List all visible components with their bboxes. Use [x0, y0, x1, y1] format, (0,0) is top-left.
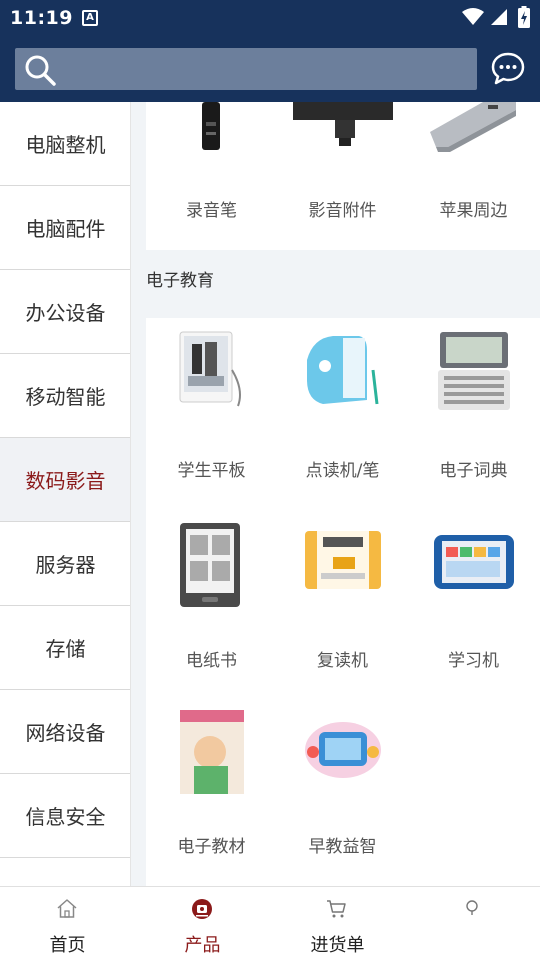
student-tablet-image — [179, 331, 241, 407]
search-icon[interactable] — [23, 53, 57, 87]
e-reader-image — [180, 523, 240, 607]
nav-purchase-list[interactable]: 进货单 — [270, 887, 405, 960]
reading-pen-image — [307, 336, 379, 405]
status-time: 11:19 — [10, 7, 73, 29]
sidebar-item-label: 数码影音 — [25, 469, 106, 493]
sidebar-item-label: 服务器 — [35, 553, 96, 577]
product-label: 电纸书 — [186, 651, 237, 671]
product-early-education[interactable]: 早教益智 — [277, 694, 408, 886]
product-av-accessories[interactable]: 影音附件 — [277, 102, 408, 250]
product-e-reader[interactable]: 电纸书 — [146, 506, 277, 694]
battery-icon — [518, 6, 530, 28]
category-sidebar: 电脑整机 电脑配件 办公设备 移动智能 数码影音 服务器 存储 网络设备 信息安… — [0, 102, 131, 886]
sidebar-item-label: 存储 — [45, 637, 86, 661]
sidebar-item-label: 办公设备 — [25, 301, 106, 325]
sidebar-item-label: 电脑整机 — [25, 133, 106, 157]
voice-recorder-image — [202, 102, 220, 150]
cart-icon — [327, 900, 346, 918]
product-learning-machine[interactable]: 学习机 — [408, 506, 539, 694]
sidebar-item-mobile-smart[interactable]: 移动智能 — [0, 354, 130, 438]
product-label: 电子词典 — [439, 461, 508, 481]
product-e-textbook[interactable]: 电子教材 — [146, 694, 277, 886]
product-label: 学生平板 — [177, 461, 246, 481]
product-apple-accessories[interactable]: 苹果周边 — [408, 102, 539, 250]
repeater-image — [305, 531, 381, 589]
search-box[interactable] — [15, 48, 477, 90]
nav-home[interactable]: 首页 — [0, 887, 135, 960]
nav-discover[interactable] — [405, 887, 540, 960]
section-title-education: 电子教育 — [146, 271, 214, 291]
product-label: 录音笔 — [186, 201, 237, 221]
sidebar-item-computer-parts[interactable]: 电脑配件 — [0, 186, 130, 270]
nav-products-label: 产品 — [184, 935, 221, 956]
product-label: 苹果周边 — [439, 201, 508, 221]
product-label: 早教益智 — [308, 837, 377, 857]
product-grid-education: 学生平板 点读机/笔 电子词典 电纸书 复读机 学习机 电子教材 早教益智 — [146, 318, 540, 886]
sidebar-item-label: 电脑配件 — [25, 217, 106, 241]
sidebar-item-computers[interactable]: 电脑整机 — [0, 102, 130, 186]
wifi-icon — [462, 8, 484, 25]
nav-products[interactable]: 产品 — [135, 887, 270, 960]
early-education-image — [305, 722, 381, 778]
product-repeater[interactable]: 复读机 — [277, 506, 408, 694]
product-label: 影音附件 — [308, 201, 377, 221]
product-reading-pen[interactable]: 点读机/笔 — [277, 318, 408, 506]
sidebar-item-servers[interactable]: 服务器 — [0, 522, 130, 606]
product-electronic-dictionary[interactable]: 电子词典 — [408, 318, 539, 506]
sidebar-item-label: 移动智能 — [25, 385, 106, 409]
sidebar-item-office-equipment[interactable]: 办公设备 — [0, 270, 130, 354]
status-bar: 11:19 A — [0, 0, 540, 36]
chat-bubble-icon[interactable] — [490, 50, 526, 86]
product-label: 复读机 — [317, 651, 368, 671]
bottom-navigation: 首页 产品 进货单 — [0, 886, 540, 960]
search-input[interactable] — [63, 48, 468, 90]
pin-icon — [466, 900, 478, 915]
product-label: 学习机 — [448, 651, 499, 671]
sidebar-item-label: 网络设备 — [25, 721, 106, 745]
product-label: 电子教材 — [177, 837, 246, 857]
usb-hub-image — [430, 102, 516, 152]
notification-icon: A — [82, 10, 98, 26]
sidebar-item-network[interactable]: 网络设备 — [0, 690, 130, 774]
av-accessory-image — [293, 102, 393, 146]
nav-purchase-list-label: 进货单 — [310, 935, 365, 956]
home-icon — [57, 899, 77, 918]
product-grid-top: 录音笔 影音附件 苹果周边 — [146, 102, 540, 250]
electronic-dictionary-image — [438, 332, 510, 410]
sidebar-item-storage[interactable]: 存储 — [0, 606, 130, 690]
sidebar-item-security[interactable]: 信息安全 — [0, 774, 130, 858]
product-student-tablet[interactable]: 学生平板 — [146, 318, 277, 506]
sidebar-item-digital-av[interactable]: 数码影音 — [0, 438, 130, 522]
product-icon — [192, 899, 212, 919]
sidebar-item-label: 信息安全 — [25, 805, 106, 829]
nav-home-label: 首页 — [49, 935, 86, 956]
product-voice-recorder[interactable]: 录音笔 — [146, 102, 277, 250]
product-label: 点读机/笔 — [305, 461, 380, 481]
signal-icon — [491, 9, 507, 25]
e-textbook-image — [180, 710, 244, 794]
learning-machine-image — [434, 535, 514, 589]
category-content: 录音笔 影音附件 苹果周边 电子教育 学生平板 点读机/笔 电子词典 电纸书 复… — [131, 102, 540, 886]
app-header — [0, 36, 540, 102]
